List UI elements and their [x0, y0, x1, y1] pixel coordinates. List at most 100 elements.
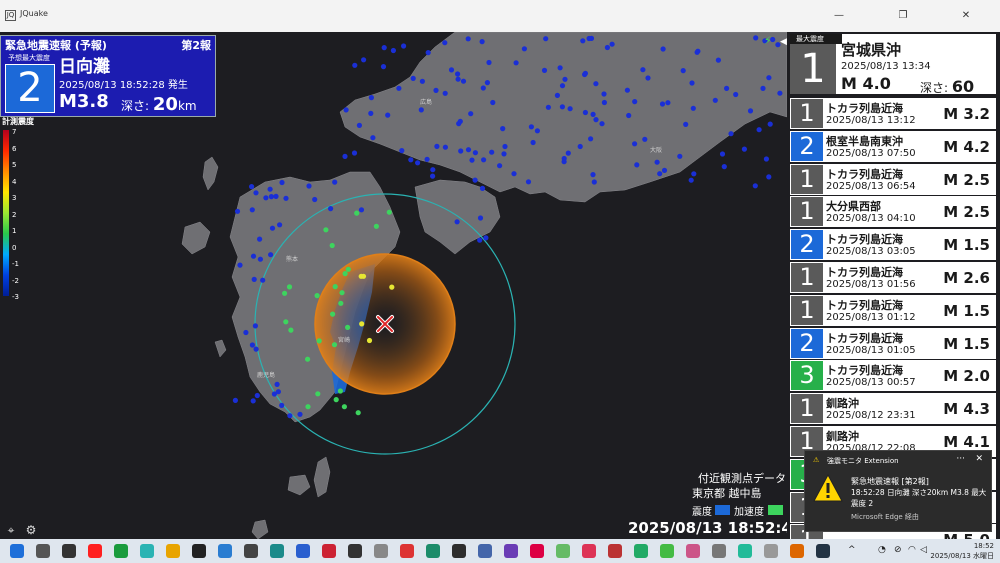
- station-marker: [330, 311, 336, 317]
- notification-toast[interactable]: ⚠ 強震モニタ Extension ··· ✕ 緊急地震速報 [第2報] 18:…: [804, 450, 992, 532]
- area-label-osaka: 大阪: [650, 146, 662, 154]
- history-time: 2025/08/13 06:54: [826, 180, 916, 192]
- app-icon-bars[interactable]: [400, 544, 414, 558]
- maximize-button[interactable]: ❐: [880, 0, 926, 32]
- station-marker: [283, 195, 289, 201]
- app-icon-monitor[interactable]: [738, 544, 752, 558]
- station-marker: [642, 136, 648, 142]
- toast-menu-button[interactable]: ···: [956, 454, 965, 464]
- station-marker: [237, 262, 243, 268]
- tray-warning-icon[interactable]: ⊘: [894, 545, 902, 555]
- history-row[interactable]: 1 釧路沖 2025/08/12 23:31 M 4.3: [790, 393, 996, 425]
- system-clock-time: 18:52: [973, 542, 994, 550]
- history-row[interactable]: 1 トカラ列島近海 2025/08/13 06:54 M 2.5: [790, 163, 996, 195]
- station-marker: [501, 151, 507, 157]
- copilot-icon[interactable]: [244, 544, 258, 558]
- station-marker: [454, 219, 460, 225]
- latest-earthquake[interactable]: 最大震度 1 宮城県沖 2025/08/13 13:34 M 4.0 深さ: 6…: [790, 34, 996, 110]
- history-row[interactable]: 1 トカラ列島近海 2025/08/13 13:12 M 3.2: [790, 98, 996, 129]
- history-row[interactable]: 1 トカラ列島近海 2025/08/13 01:12 M 1.5: [790, 294, 996, 326]
- chrome-icon[interactable]: [140, 544, 154, 558]
- collapse-sidebar-button[interactable]: ◀: [780, 37, 787, 47]
- teams-icon[interactable]: [530, 544, 544, 558]
- station-marker: [588, 136, 594, 142]
- minimize-button[interactable]: —: [816, 0, 862, 32]
- toast-close-button[interactable]: ✕: [975, 454, 983, 464]
- station-marker: [626, 112, 632, 119]
- station-marker: [305, 356, 311, 362]
- lightning-icon: ⚡: [764, 34, 772, 47]
- station-marker: [315, 391, 321, 397]
- app-icon-play[interactable]: [478, 544, 492, 558]
- system-clock[interactable]: 18:52 2025/08/13 水曜日: [930, 541, 994, 561]
- app-icon-eye[interactable]: [504, 544, 518, 558]
- outlook-icon[interactable]: [322, 544, 336, 558]
- history-row[interactable]: 2 根室半島南東沖 2025/08/13 07:50 M 4.2: [790, 130, 996, 162]
- app-icon-clock[interactable]: [426, 544, 440, 558]
- app-icon-pen[interactable]: [764, 544, 778, 558]
- youtube-icon[interactable]: [114, 544, 128, 558]
- app-icon-chart[interactable]: [660, 544, 674, 558]
- history-place: 根室半島南東沖: [826, 134, 903, 148]
- legend-tick: 0: [12, 243, 17, 252]
- history-row[interactable]: 3 トカラ列島近海 2025/08/13 00:57 M 2.0: [790, 360, 996, 392]
- station-marker: [489, 149, 495, 155]
- station-marker: [448, 67, 455, 73]
- station-marker: [331, 342, 338, 348]
- app-icon-media[interactable]: [452, 544, 466, 558]
- app-icon-lips[interactable]: [556, 544, 570, 558]
- folder-icon[interactable]: [192, 544, 206, 558]
- land-goto: [181, 221, 211, 255]
- app-icon-train[interactable]: [374, 544, 388, 558]
- station-marker: [305, 404, 311, 410]
- eew-magnitude: M3.8: [59, 91, 109, 112]
- start-button[interactable]: [10, 544, 24, 558]
- app-icon-yu[interactable]: [270, 544, 284, 558]
- legend-tick: 4: [12, 177, 17, 186]
- film-icon[interactable]: [218, 544, 232, 558]
- history-time: 2025/08/13 07:50: [826, 147, 916, 159]
- station-marker: [273, 193, 279, 199]
- history-row[interactable]: 2 トカラ列島近海 2025/08/13 01:05 M 1.5: [790, 327, 996, 359]
- station-marker: [756, 127, 762, 133]
- app-icon-magnet[interactable]: [816, 544, 830, 558]
- history-magnitude: M 2.6: [943, 269, 990, 287]
- latest-time: 2025/08/13 13:34: [841, 61, 931, 72]
- station-marker: [401, 43, 407, 49]
- app-icon-check[interactable]: [686, 544, 700, 558]
- app-icon-6[interactable]: [88, 544, 102, 558]
- settings-gear-icon[interactable]: ⚙: [24, 523, 38, 537]
- task-view-button[interactable]: [62, 544, 76, 558]
- wifi-icon[interactable]: ◠: [908, 545, 916, 555]
- station-marker: [688, 177, 694, 183]
- locate-icon[interactable]: ⌖: [4, 523, 18, 537]
- history-row[interactable]: 1 トカラ列島近海 2025/08/13 01:56 M 2.6: [790, 262, 996, 293]
- history-magnitude: M 1.5: [943, 301, 990, 320]
- store-icon[interactable]: [608, 544, 622, 558]
- history-place: トカラ列島近海: [826, 298, 903, 312]
- station-marker: [389, 284, 395, 290]
- station-marker: [332, 179, 338, 185]
- station-marker: [565, 150, 571, 156]
- search-button[interactable]: [36, 544, 50, 558]
- tray-overflow-button[interactable]: ^: [848, 545, 856, 555]
- history-row[interactable]: 2 トカラ列島近海 2025/08/13 03:05 M 1.5: [790, 229, 996, 261]
- app-icon-duck[interactable]: [582, 544, 596, 558]
- station-marker: [328, 206, 334, 212]
- close-button[interactable]: ✕: [943, 0, 989, 32]
- app-icon-avatar[interactable]: [712, 544, 726, 558]
- tray-headset-icon[interactable]: ◔: [878, 545, 886, 555]
- edge-icon[interactable]: [296, 544, 310, 558]
- station-marker: [253, 346, 259, 352]
- app-icon-c[interactable]: [166, 544, 180, 558]
- history-row[interactable]: 1 大分県西部 2025/08/13 04:10 M 2.5: [790, 196, 996, 228]
- app-icon-warning[interactable]: [790, 544, 804, 558]
- station-marker: [342, 271, 348, 277]
- app-icon-ku[interactable]: [348, 544, 362, 558]
- volume-icon[interactable]: ◁: [920, 545, 927, 555]
- station-marker: [332, 284, 338, 290]
- station-marker: [760, 85, 766, 91]
- nearby-location: 東京都 越中島: [692, 487, 762, 500]
- station-marker: [373, 223, 379, 229]
- app-icon-box[interactable]: [634, 544, 648, 558]
